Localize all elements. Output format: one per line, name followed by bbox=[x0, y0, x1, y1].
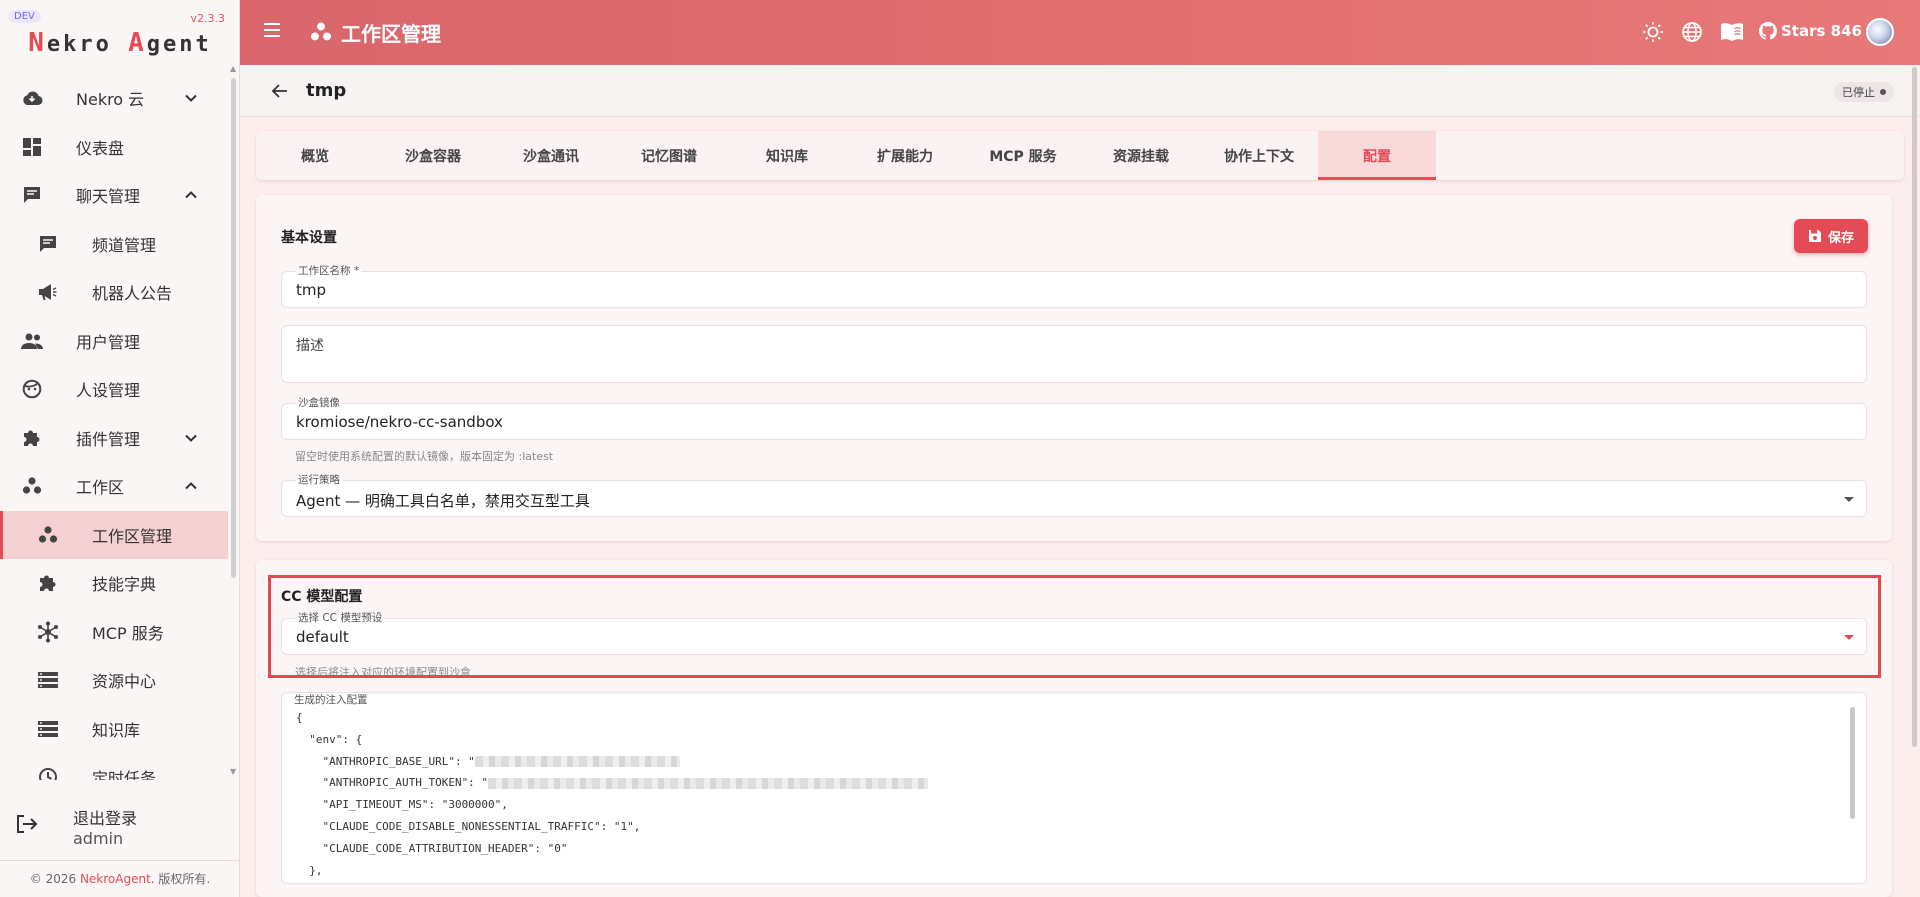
chevron-up-icon bbox=[185, 191, 197, 199]
description-placeholder: 描述 bbox=[296, 338, 324, 354]
workspace-icon bbox=[310, 21, 332, 47]
workspace-header: tmp 已停止 bbox=[240, 65, 1920, 117]
puzzle-icon bbox=[20, 426, 44, 450]
chevron-up-icon bbox=[185, 482, 197, 490]
face-icon bbox=[20, 377, 44, 401]
workspace-name: tmp bbox=[306, 80, 347, 101]
workspace-name-label: 工作区名称 * bbox=[296, 263, 362, 278]
sidebar-item-channels[interactable]: 频道管理 bbox=[0, 220, 228, 269]
sidebar-item-users[interactable]: 用户管理 bbox=[0, 317, 228, 366]
sidebar-item-announcements[interactable]: 机器人公告 bbox=[0, 268, 228, 317]
github-stars[interactable]: Stars 846 bbox=[1781, 22, 1862, 40]
description-field[interactable]: 描述 bbox=[281, 325, 1867, 383]
tab-config[interactable]: 配置 bbox=[1318, 131, 1436, 180]
scroll-up-arrow-icon[interactable]: ▲ bbox=[230, 64, 236, 73]
page-title: 工作区管理 bbox=[341, 22, 441, 46]
users-icon bbox=[20, 329, 44, 353]
generated-config-label: 生成的注入配置 bbox=[294, 694, 368, 706]
dropdown-arrow-icon bbox=[1844, 497, 1854, 502]
sandbox-image-label: 沙盒镜像 bbox=[296, 395, 342, 410]
puzzle-icon bbox=[36, 571, 60, 595]
language-icon[interactable] bbox=[1681, 21, 1703, 47]
tab-mcp-services[interactable]: MCP 服务 bbox=[964, 131, 1082, 180]
code-scrollbar[interactable] bbox=[1850, 707, 1855, 819]
megaphone-icon bbox=[36, 280, 60, 304]
page-scrollbar[interactable] bbox=[1912, 67, 1917, 747]
run-policy-select[interactable]: 运行策略 Agent — 明确工具白名单，禁用交互型工具 bbox=[281, 472, 1867, 517]
tab-sandbox-container[interactable]: 沙盒容器 bbox=[374, 131, 492, 180]
copyright: © 2026 NekroAgent. 版权所有. bbox=[0, 860, 240, 897]
tab-collab-context[interactable]: 协作上下文 bbox=[1200, 131, 1318, 180]
tab-memory-graph[interactable]: 记忆图谱 bbox=[610, 131, 728, 180]
workspace-icon bbox=[20, 474, 44, 498]
sidebar-item-mcp[interactable]: MCP 服务 bbox=[0, 608, 228, 657]
scroll-down-arrow-icon[interactable]: ▼ bbox=[230, 767, 236, 776]
sidebar-item-skills[interactable]: 技能字典 bbox=[0, 559, 228, 608]
logout-label: 退出登录 bbox=[73, 809, 138, 828]
status-dot-icon bbox=[1880, 89, 1886, 95]
dashboard-icon bbox=[20, 135, 44, 159]
workspace-name-value: tmp bbox=[296, 281, 327, 299]
highlight-box bbox=[268, 575, 1881, 678]
run-policy-value: Agent — 明确工具白名单，禁用交互型工具 bbox=[296, 492, 590, 510]
workspace-icon bbox=[36, 523, 60, 547]
workspace-tabs: 概览 沙盒容器 沙盒通讯 记忆图谱 知识库 扩展能力 MCP 服务 资源挂载 协… bbox=[256, 131, 1904, 180]
brand-link[interactable]: NekroAgent bbox=[80, 872, 151, 886]
back-arrow-icon[interactable] bbox=[271, 82, 289, 104]
docs-book-icon[interactable] bbox=[1720, 21, 1744, 47]
tab-sandbox-communication[interactable]: 沙盒通讯 bbox=[492, 131, 610, 180]
sidebar-item-resources[interactable]: 资源中心 bbox=[0, 656, 228, 705]
cloud-icon bbox=[20, 86, 44, 110]
version-label: v2.3.3 bbox=[190, 12, 226, 25]
tab-extensions[interactable]: 扩展能力 bbox=[846, 131, 964, 180]
avatar[interactable] bbox=[1866, 18, 1894, 46]
storage-icon bbox=[36, 668, 60, 692]
sidebar-item-dashboard[interactable]: 仪表盘 bbox=[0, 123, 228, 172]
sidebar-item-scheduled-tasks[interactable]: 定时任务 bbox=[0, 753, 228, 780]
status-badge: 已停止 bbox=[1834, 82, 1894, 102]
github-icon[interactable] bbox=[1758, 21, 1778, 45]
sidebar-item-chat[interactable]: 聊天管理 bbox=[0, 171, 228, 220]
save-icon bbox=[1808, 230, 1821, 242]
sandbox-image-field[interactable]: 沙盒镜像 kromiose/nekro-cc-sandbox bbox=[281, 395, 1867, 440]
save-button[interactable]: 保存 bbox=[1794, 219, 1868, 253]
logout-button[interactable]: 退出登录 admin bbox=[0, 800, 240, 860]
basic-settings-card: 基本设置 保存 工作区名称 * tmp 描述 沙盒镜像 kromiose/nek… bbox=[256, 195, 1892, 541]
hub-icon bbox=[36, 620, 60, 644]
sidebar-item-workspace[interactable]: 工作区 bbox=[0, 462, 228, 511]
run-policy-label: 运行策略 bbox=[296, 472, 342, 487]
sidebar-item-nekro-cloud[interactable]: Nekro 云 bbox=[0, 74, 228, 123]
message-icon bbox=[36, 232, 60, 256]
storage-icon bbox=[36, 717, 60, 741]
tab-overview[interactable]: 概览 bbox=[256, 131, 374, 180]
theme-toggle-icon[interactable] bbox=[1642, 21, 1664, 47]
basic-settings-title: 基本设置 bbox=[281, 230, 337, 246]
generated-config-editor[interactable]: 生成的注入配置 { "env": { "ANTHROPIC_BASE_URL":… bbox=[281, 692, 1867, 884]
sidebar-scrollbar[interactable] bbox=[231, 78, 236, 578]
top-app-bar: 工作区管理 Stars 846 bbox=[240, 0, 1920, 65]
chevron-down-icon bbox=[185, 434, 197, 442]
tab-knowledge-base[interactable]: 知识库 bbox=[728, 131, 846, 180]
app-logo[interactable]: Nekro Agent bbox=[0, 28, 240, 58]
sidebar-item-personas[interactable]: 人设管理 bbox=[0, 365, 228, 414]
menu-icon[interactable] bbox=[262, 20, 282, 44]
redacted-value bbox=[488, 777, 929, 789]
sidebar-item-workspace-management[interactable]: 工作区管理 bbox=[0, 510, 228, 559]
sandbox-image-value: kromiose/nekro-cc-sandbox bbox=[296, 413, 503, 431]
sidebar: DEV v2.3.3 Nekro Agent Nekro 云 仪表盘 聊天管理 … bbox=[0, 0, 240, 897]
workspace-name-field[interactable]: 工作区名称 * tmp bbox=[281, 263, 1867, 308]
sidebar-item-knowledge[interactable]: 知识库 bbox=[0, 705, 228, 754]
chevron-down-icon bbox=[185, 95, 197, 103]
generated-config-code: { "env": { "ANTHROPIC_BASE_URL": " "ANTH… bbox=[296, 707, 929, 881]
logout-icon bbox=[16, 814, 38, 838]
tab-resource-mounts[interactable]: 资源挂载 bbox=[1082, 131, 1200, 180]
redacted-value bbox=[474, 756, 680, 768]
chat-icon bbox=[20, 183, 44, 207]
clock-icon bbox=[36, 765, 60, 780]
sidebar-nav: Nekro 云 仪表盘 聊天管理 频道管理 机器人公告 用户管理 人设管理 插件… bbox=[0, 74, 228, 780]
sidebar-item-plugins[interactable]: 插件管理 bbox=[0, 414, 228, 463]
username: admin bbox=[73, 829, 124, 848]
sandbox-image-hint: 留空时使用系统配置的默认镜像，版本固定为 :latest bbox=[295, 450, 554, 463]
dev-badge: DEV bbox=[8, 10, 41, 23]
